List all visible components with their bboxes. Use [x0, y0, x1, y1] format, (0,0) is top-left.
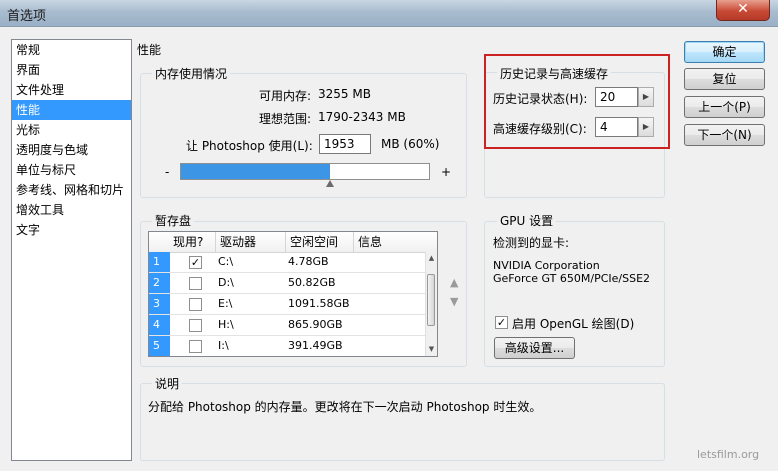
nav-item[interactable]: 参考线、网格和切片 [12, 180, 131, 200]
column-header[interactable]: 信息 [354, 232, 426, 252]
reset-button[interactable]: 复位 [684, 68, 765, 90]
nav-item[interactable]: 透明度与色域 [12, 140, 131, 160]
history-states-spinner[interactable]: ▶ [638, 87, 654, 107]
drive-cell: D:\ [218, 276, 234, 289]
table-row[interactable]: 5 I:\ 391.49GB [149, 336, 425, 356]
row-number: 4 [149, 315, 170, 335]
active-checkbox[interactable] [189, 277, 202, 290]
history-states-input[interactable]: 20 [595, 87, 638, 107]
ok-button[interactable]: 确定 [684, 41, 765, 63]
memory-slider-track[interactable] [180, 163, 430, 180]
table-header: 现用? 驱动器 空闲空间 信息 [149, 232, 437, 253]
active-checkbox[interactable] [189, 319, 202, 332]
active-checkbox[interactable] [189, 298, 202, 311]
column-header[interactable]: 现用? [169, 232, 216, 252]
category-list[interactable]: 常规 界面 文件处理 性能 光标 透明度与色域 单位与标尺 参考线、网格和切片 增效工具 文字 [11, 39, 132, 461]
gpu-detected-label: 检测到的显卡: [493, 236, 570, 250]
column-header[interactable]: 驱动器 [216, 232, 286, 252]
free-space-cell: 391.49GB [288, 339, 343, 352]
active-checkbox[interactable] [189, 340, 202, 353]
move-down-icon[interactable]: ▼ [450, 295, 458, 308]
nav-item[interactable]: 光标 [12, 120, 131, 140]
nav-item[interactable]: 性能 [12, 100, 131, 120]
table-row[interactable]: 4 H:\ 865.90GB [149, 315, 425, 336]
ideal-range-value: 1790-2343 MB [318, 110, 406, 124]
nav-item[interactable]: 常规 [12, 40, 131, 60]
memory-slider-fill [181, 164, 330, 179]
free-space-cell: 4.78GB [288, 255, 329, 268]
close-button[interactable]: ✕ [716, 0, 770, 21]
prev-button[interactable]: 上一个(P) [684, 96, 765, 118]
section-title: 性能 [137, 43, 162, 57]
nav-item[interactable]: 文件处理 [12, 80, 131, 100]
free-space-cell: 865.90GB [288, 318, 343, 331]
scratch-group-label: 暂存盘 [152, 212, 195, 229]
table-row[interactable]: 2 D:\ 50.82GB [149, 273, 425, 294]
scrollbar-thumb[interactable] [427, 274, 435, 326]
cache-levels-input[interactable]: 4 [595, 117, 638, 137]
slider-plus: + [441, 165, 452, 179]
move-up-icon[interactable]: ▲ [450, 276, 458, 289]
scroll-up-icon[interactable]: ▲ [427, 253, 436, 263]
row-number: 3 [149, 294, 170, 314]
row-number: 2 [149, 273, 170, 293]
watermark: letsfilm.org [697, 448, 760, 461]
row-number: 1 [149, 252, 170, 272]
description-group-label: 说明 [152, 375, 183, 392]
memory-use-unit: MB (60%) [381, 137, 440, 151]
memory-use-label: 让 Photoshop 使用(L): [186, 139, 313, 153]
scroll-down-icon[interactable]: ▼ [427, 344, 436, 354]
available-memory-value: 3255 MB [318, 87, 371, 101]
row-number: 5 [149, 336, 170, 356]
title-bar: 首选项 ✕ [0, 0, 778, 27]
gpu-vendor: NVIDIA Corporation [493, 259, 600, 272]
nav-item[interactable]: 文字 [12, 220, 131, 240]
available-memory-label: 可用内存: [259, 89, 312, 103]
drive-cell: E:\ [218, 297, 233, 310]
window-title: 首选项 [7, 9, 47, 24]
advanced-settings-button[interactable]: 高级设置... [494, 337, 575, 359]
memory-slider-thumb[interactable] [326, 180, 334, 187]
description-text: 分配给 Photoshop 的内存量。更改将在下一次启动 Photoshop 时… [148, 400, 542, 414]
opengl-label: 启用 OpenGL 绘图(D) [512, 317, 635, 331]
history-group-label: 历史记录与高速缓存 [497, 65, 612, 82]
gpu-group-label: GPU 设置 [497, 212, 557, 229]
cache-levels-label: 高速缓存级别(C): [493, 122, 587, 136]
cache-levels-spinner[interactable]: ▶ [638, 117, 654, 137]
history-states-label: 历史记录状态(H): [493, 92, 588, 106]
active-checkbox[interactable]: ✓ [189, 256, 202, 269]
table-row[interactable]: 3 E:\ 1091.58GB [149, 294, 425, 315]
nav-item[interactable]: 增效工具 [12, 200, 131, 220]
drive-cell: H:\ [218, 318, 234, 331]
free-space-cell: 1091.58GB [288, 297, 350, 310]
ideal-range-label: 理想范围: [259, 112, 312, 126]
gpu-model: GeForce GT 650M/PCIe/SSE2 [493, 272, 651, 285]
scratch-disk-table: 现用? 驱动器 空闲空间 信息 1 ✓ C:\ 4.78GB 2 D:\ 50.82GB 3 E… [148, 231, 438, 357]
nav-item[interactable]: 单位与标尺 [12, 160, 131, 180]
drive-cell: I:\ [218, 339, 229, 352]
table-row[interactable]: 1 ✓ C:\ 4.78GB [149, 252, 425, 273]
table-scrollbar[interactable]: ▲ ▼ [425, 252, 437, 356]
opengl-checkbox[interactable]: ✓ [495, 316, 508, 329]
memory-group-label: 内存使用情况 [152, 65, 231, 82]
column-header[interactable]: 空闲空间 [286, 232, 354, 252]
free-space-cell: 50.82GB [288, 276, 336, 289]
memory-use-input[interactable]: 1953 [319, 134, 371, 154]
next-button[interactable]: 下一个(N) [684, 124, 765, 146]
slider-minus: - [165, 165, 170, 179]
nav-item[interactable]: 界面 [12, 60, 131, 80]
drive-cell: C:\ [218, 255, 234, 268]
description-group [140, 383, 665, 461]
